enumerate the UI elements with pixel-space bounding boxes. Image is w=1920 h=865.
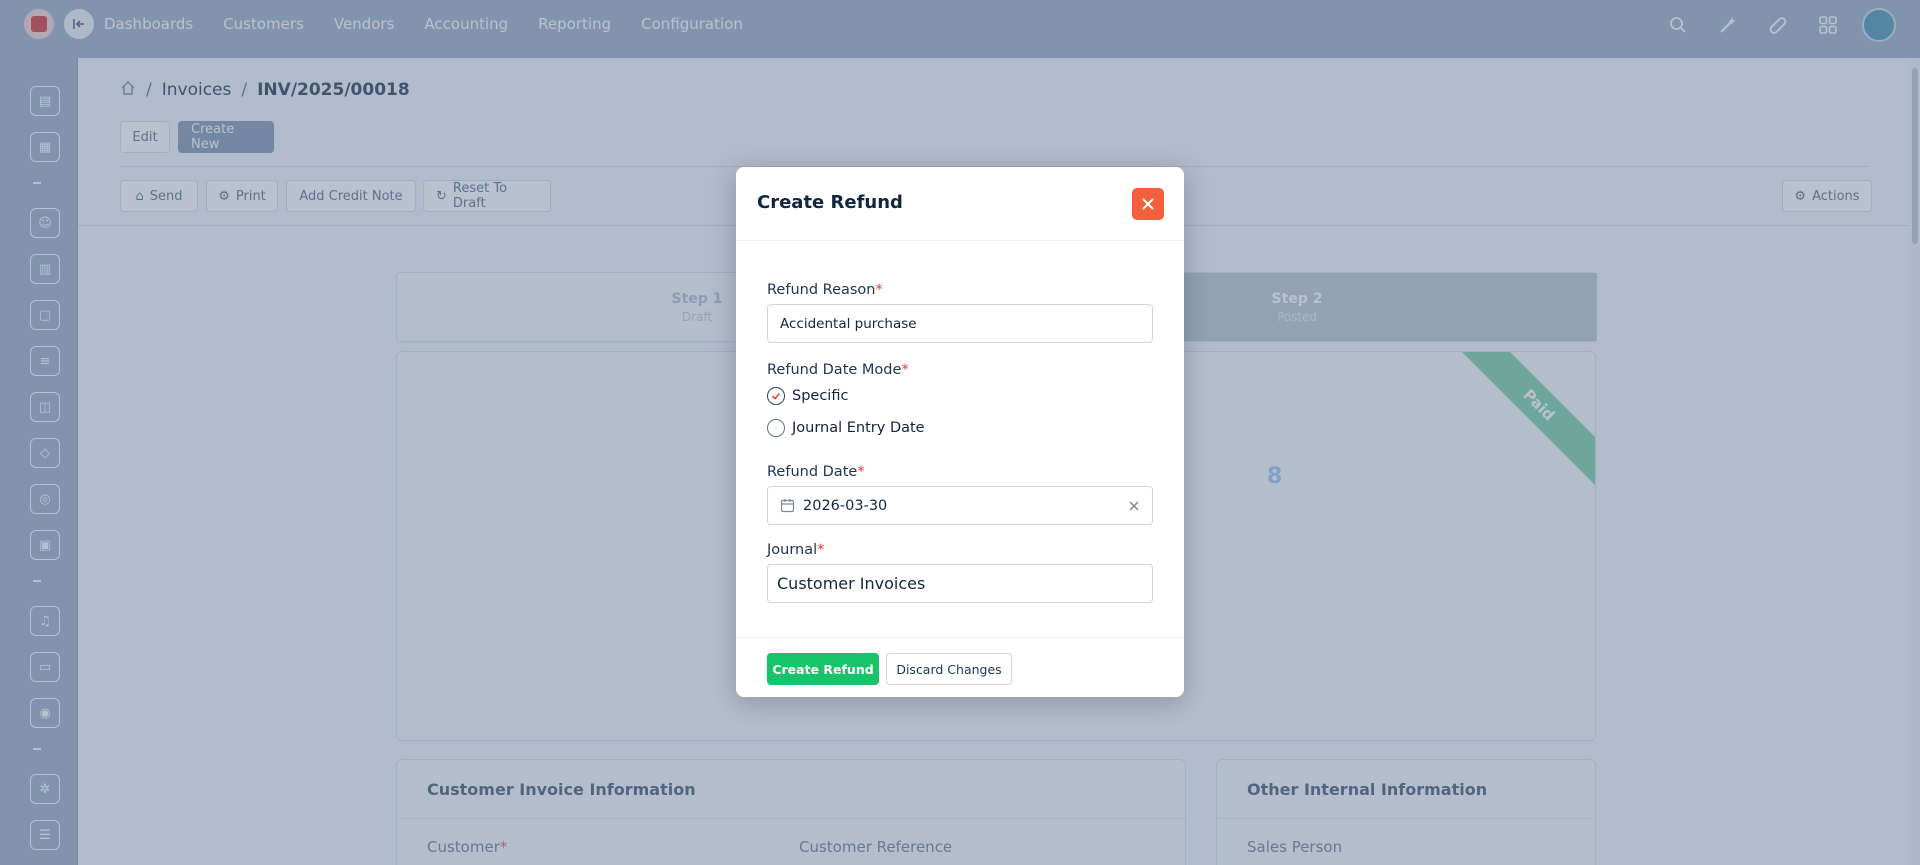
refund-date-mode-label: Refund Date Mode*	[767, 362, 909, 378]
radio-journal-entry-date[interactable]: Journal Entry Date	[767, 419, 925, 437]
radio-label[interactable]: Specific	[792, 388, 848, 404]
refund-reason-input[interactable]: Accidental purchase	[767, 304, 1153, 343]
required-marker: *	[901, 362, 909, 378]
label-text: Refund Reason	[767, 282, 876, 298]
required-marker: *	[857, 464, 865, 480]
close-button[interactable]	[1132, 188, 1164, 220]
refund-date-value: 2026-03-30	[803, 497, 888, 514]
create-refund-button[interactable]: Create Refund	[767, 653, 879, 685]
required-marker: *	[817, 542, 825, 558]
modal-header: Create Refund	[736, 167, 1184, 241]
label-text: Refund Date	[767, 464, 858, 480]
radio-checked-icon[interactable]	[767, 387, 785, 405]
journal-select[interactable]: Customer Invoices	[767, 564, 1153, 603]
refund-reason-label: Refund Reason*	[767, 282, 883, 298]
close-icon	[1142, 198, 1154, 210]
label-text: Refund Date Mode	[767, 362, 902, 378]
calendar-icon	[780, 499, 795, 513]
create-refund-modal: Create Refund Refund Reason* Accidental …	[736, 167, 1184, 697]
modal-footer: Create Refund Discard Changes	[736, 637, 1184, 697]
radio-specific[interactable]: Specific	[767, 387, 848, 405]
required-marker: *	[875, 282, 883, 298]
discard-changes-button[interactable]: Discard Changes	[886, 653, 1012, 685]
refund-date-input[interactable]: 2026-03-30	[767, 486, 1153, 525]
refund-date-label: Refund Date*	[767, 464, 865, 480]
modal-title: Create Refund	[757, 192, 903, 213]
clear-date-icon[interactable]	[1128, 500, 1140, 512]
journal-label: Journal*	[767, 542, 824, 558]
label-text: Journal	[767, 542, 818, 558]
radio-unchecked-icon[interactable]	[767, 419, 785, 437]
radio-label[interactable]: Journal Entry Date	[792, 420, 925, 436]
